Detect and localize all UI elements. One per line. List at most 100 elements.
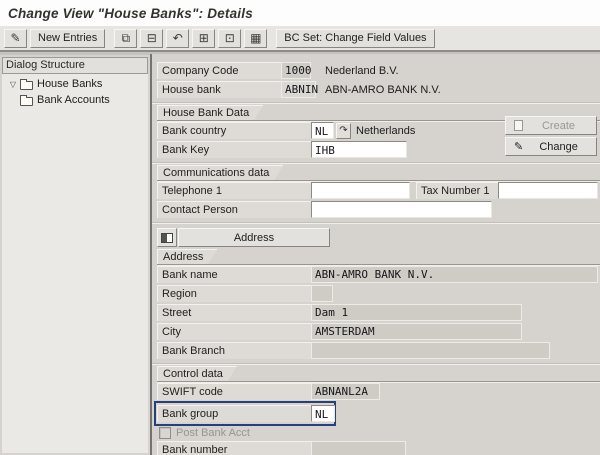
- bank-branch-field: [311, 342, 550, 359]
- undo-button[interactable]: ↶: [166, 28, 190, 48]
- house-bank-label: House bank: [157, 81, 281, 98]
- value-help-icon: ↷: [339, 125, 348, 136]
- bank-country-description: Netherlands: [356, 124, 416, 137]
- communications-caption: Communications data: [157, 165, 283, 180]
- region-label: Region: [157, 285, 311, 302]
- copy-button[interactable]: ⧉: [114, 28, 138, 48]
- deselect-all-icon: ▦: [250, 31, 262, 45]
- tree-item-label: Bank Accounts: [37, 94, 110, 106]
- tax-number-input[interactable]: [498, 182, 598, 199]
- address-toolbar: Address: [157, 228, 600, 247]
- bc-set-button[interactable]: BC Set: Change Field Values: [276, 28, 435, 48]
- select-all-icon: ⊞: [198, 31, 209, 45]
- group-separator: [152, 363, 600, 365]
- street-label: Street: [157, 304, 311, 321]
- post-bank-acct-checkbox: [159, 427, 171, 439]
- company-code-row: Company Code 1000 Nederland B.V.: [157, 61, 600, 80]
- swift-code-label: SWIFT code: [157, 383, 311, 400]
- details-panel: Company Code 1000 Nederland B.V. House b…: [150, 54, 600, 455]
- change-button[interactable]: ✎ Change: [505, 137, 597, 156]
- bank-group-highlight: Bank group: [154, 401, 336, 426]
- open-folder-icon: [20, 78, 33, 90]
- display-change-icon: ✎: [10, 31, 21, 45]
- dialog-structure-tree: ▽ House Banks Bank Accounts: [2, 74, 148, 108]
- street-row: Street Dam 1: [157, 303, 600, 322]
- city-label: City: [157, 323, 311, 340]
- bank-country-label: Bank country: [157, 122, 311, 139]
- house-bank-field: ABNIN: [281, 81, 318, 98]
- control-data-caption: Control data: [157, 366, 237, 381]
- city-field: AMSTERDAM: [311, 323, 522, 340]
- bank-number-field: [311, 441, 406, 455]
- bank-branch-row: Bank Branch: [157, 341, 600, 360]
- dialog-structure-pane: Dialog Structure ▽ House Banks Bank Acco…: [2, 57, 148, 453]
- expander-icon[interactable]: ▽: [7, 80, 19, 89]
- city-row: City AMSTERDAM: [157, 322, 600, 341]
- tax-number-label: Tax Number 1: [416, 182, 498, 199]
- tree-item-label: House Banks: [37, 78, 103, 90]
- house-bank-data-caption: House Bank Data: [157, 105, 263, 120]
- contact-person-row: Contact Person: [157, 200, 600, 219]
- select-block-button[interactable]: ⊡: [218, 28, 242, 48]
- group-separator: [152, 102, 600, 104]
- control-data-caption-row: Control data: [157, 367, 600, 382]
- post-bank-acct-row: Post Bank Acct: [157, 426, 600, 440]
- select-block-icon: ⊡: [224, 31, 235, 45]
- tree-item-bank-accounts[interactable]: Bank Accounts: [2, 92, 148, 108]
- page-title: Change View "House Banks": Details: [8, 5, 253, 21]
- new-entries-button[interactable]: New Entries: [30, 28, 106, 48]
- blank-page-icon: [514, 120, 523, 131]
- sap-window: Change View "House Banks": Details ✎ New…: [0, 0, 600, 455]
- bank-number-row: Bank number: [157, 440, 600, 455]
- display-change-toggle-button[interactable]: ✎: [4, 28, 27, 48]
- house-bank-description: ABN-AMRO BANK N.V.: [325, 83, 441, 96]
- contact-person-label: Contact Person: [157, 201, 311, 218]
- bank-group-label: Bank group: [157, 405, 311, 422]
- swift-code-field: ABNANL2A: [311, 383, 380, 400]
- company-code-description: Nederland B.V.: [325, 64, 399, 77]
- application-toolbar: ✎ New Entries ⧉ ⊟ ↶ ⊞ ⊡ ▦ BC Set: Change…: [0, 26, 600, 52]
- title-bar: Change View "House Banks": Details: [0, 0, 600, 26]
- select-all-button[interactable]: ⊞: [192, 28, 216, 48]
- communications-caption-row: Communications data: [157, 166, 600, 181]
- post-bank-acct-label: Post Bank Acct: [176, 427, 250, 439]
- create-button-label: Create: [541, 119, 576, 132]
- address-caption: Address: [157, 249, 217, 264]
- telephone-label: Telephone 1: [157, 182, 311, 199]
- bank-name-row: Bank name ABN-AMRO BANK N.V.: [157, 265, 600, 284]
- deselect-all-button[interactable]: ▦: [244, 28, 268, 48]
- telephone-row: Telephone 1 Tax Number 1: [157, 181, 600, 200]
- address-detail-icon: [161, 232, 173, 243]
- region-row: Region: [157, 284, 600, 303]
- closed-folder-icon: [20, 94, 33, 106]
- bank-name-label: Bank name: [157, 266, 311, 283]
- region-field: [311, 285, 333, 302]
- value-help-button[interactable]: ↷: [336, 122, 351, 139]
- delete-button[interactable]: ⊟: [140, 28, 164, 48]
- bank-branch-label: Bank Branch: [157, 342, 311, 359]
- address-caption-row: Address: [157, 250, 600, 265]
- address-detail-button[interactable]: [157, 228, 177, 247]
- address-button[interactable]: Address: [178, 228, 330, 247]
- house-bank-row: House bank ABNIN ABN-AMRO BANK N.V.: [157, 80, 600, 99]
- company-code-field: 1000: [281, 62, 312, 79]
- bank-key-label: Bank Key: [157, 141, 311, 158]
- dialog-structure-header: Dialog Structure: [2, 57, 148, 74]
- copy-icon: ⧉: [121, 31, 131, 45]
- bank-group-input[interactable]: [311, 405, 335, 422]
- delete-icon: ⊟: [146, 31, 157, 45]
- tree-item-house-banks[interactable]: ▽ House Banks: [2, 76, 148, 92]
- undo-icon: ↶: [172, 31, 183, 45]
- group-separator: [152, 222, 600, 224]
- telephone-input[interactable]: [311, 182, 410, 199]
- change-button-label: Change: [539, 140, 578, 153]
- pencil-icon: ✎: [514, 141, 524, 153]
- create-button: Create: [505, 116, 597, 135]
- swift-code-row: SWIFT code ABNANL2A: [157, 382, 600, 401]
- bank-key-input[interactable]: [311, 141, 407, 158]
- group-separator: [152, 162, 600, 164]
- street-field: Dam 1: [311, 304, 522, 321]
- bank-name-field: ABN-AMRO BANK N.V.: [311, 266, 598, 283]
- bank-country-input[interactable]: [311, 122, 334, 139]
- contact-person-input[interactable]: [311, 201, 492, 218]
